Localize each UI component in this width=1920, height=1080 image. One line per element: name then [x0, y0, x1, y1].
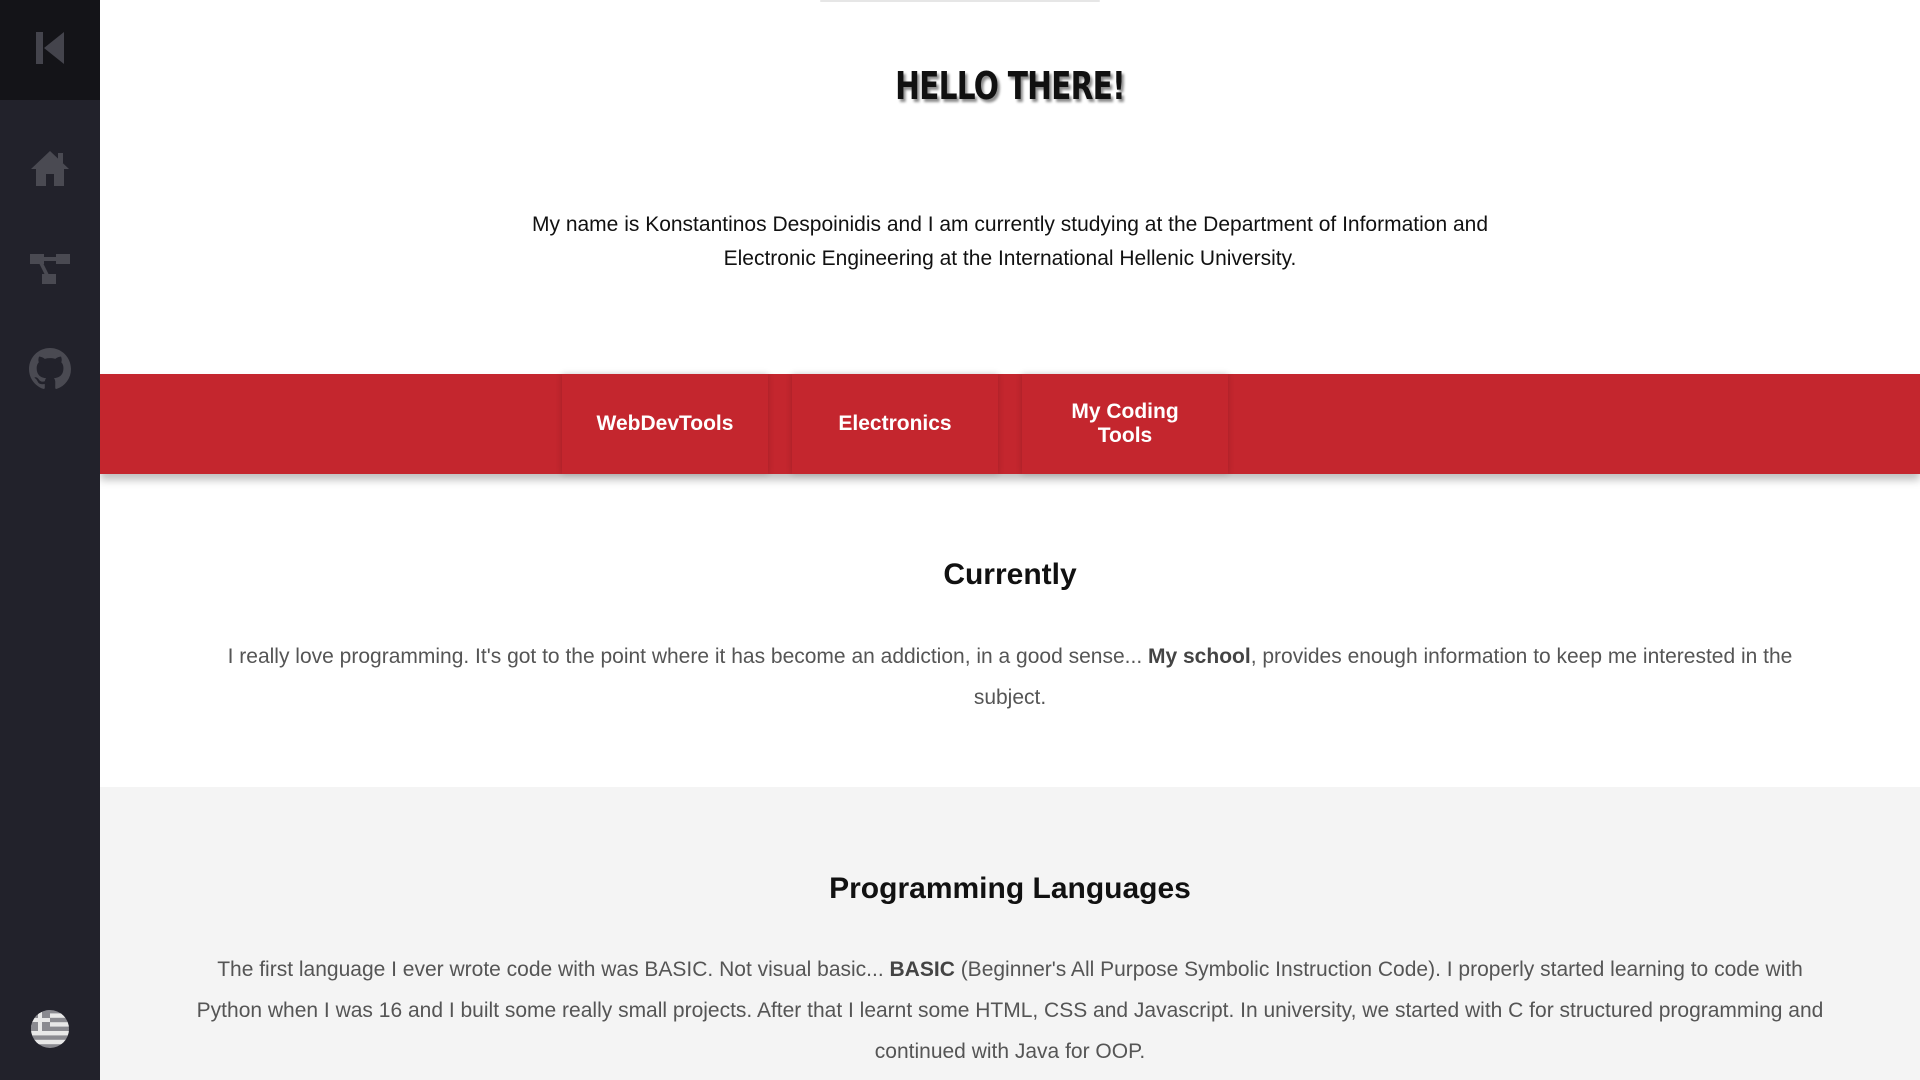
languages-title: Programming Languages	[829, 872, 1191, 905]
nav-band: WebDevTools Electronics My Coding Tools	[100, 374, 1920, 474]
electronics-button[interactable]: Electronics	[792, 374, 998, 474]
sidebar-item-github[interactable]	[25, 344, 75, 394]
school-link-text: My school	[1148, 645, 1251, 668]
languages-section: Programming Languages The first language…	[100, 787, 1920, 1080]
greek-flag-icon	[30, 1009, 70, 1049]
currently-text: I really love programming. It's got to t…	[190, 636, 1830, 718]
projects-tree-icon	[29, 251, 71, 287]
github-icon	[29, 348, 71, 390]
home-icon	[30, 149, 70, 187]
basic-bold-text: BASIC	[889, 958, 955, 981]
intro-text: My name is Konstantinos Despoinidis and …	[532, 213, 1488, 270]
currently-title: Currently	[943, 558, 1077, 591]
sidebar	[0, 0, 100, 1080]
collapse-left-icon[interactable]	[34, 30, 66, 71]
coding-tools-button[interactable]: My Coding Tools	[1022, 374, 1228, 474]
language-toggle[interactable]	[25, 1004, 75, 1054]
band-spacer	[1252, 374, 1458, 474]
currently-text-before: I really love programming. It's got to t…	[227, 645, 1148, 668]
sidebar-item-projects[interactable]	[25, 244, 75, 294]
languages-text: The first language I ever wrote code wit…	[190, 949, 1830, 1072]
main-content: HELLO THERE! My name is Konstantinos Des…	[100, 0, 1920, 1080]
languages-text-before: The first language I ever wrote code wit…	[217, 958, 890, 981]
page-title: HELLO THERE!	[895, 64, 1126, 108]
top-edge-divider	[820, 0, 1100, 2]
webdevtools-button[interactable]: WebDevTools	[562, 374, 768, 474]
sidebar-item-home[interactable]	[25, 143, 75, 193]
sidebar-header	[0, 0, 100, 100]
